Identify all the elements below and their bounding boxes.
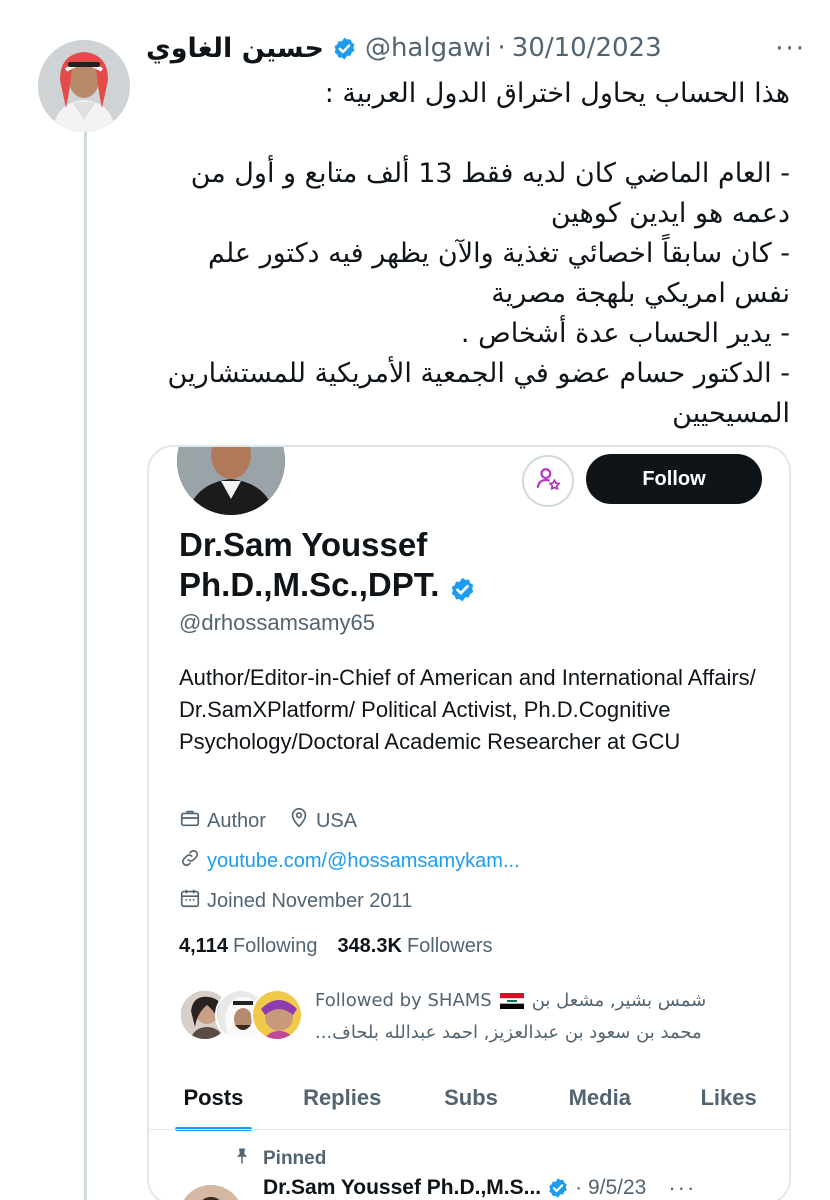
followers-label: Followers	[406, 935, 493, 957]
pin-icon	[233, 1147, 263, 1171]
author-name[interactable]: حسين الغاوي	[146, 33, 324, 64]
pinned-post-avatar[interactable]	[179, 1185, 243, 1200]
subscribe-button[interactable]	[522, 455, 574, 507]
verified-badge-icon	[547, 1177, 569, 1199]
profile-tabs: Posts Replies Subs Media Likes	[149, 1067, 789, 1131]
more-dots-icon[interactable]: ···	[775, 34, 806, 64]
profile-name: Dr.Sam Youssef Ph.D.,M.Sc.,DPT.	[179, 525, 739, 605]
link-icon	[179, 847, 207, 875]
profile-bio: Author/Editor-in-Chief of American and I…	[179, 665, 756, 754]
profile-screenshot-card[interactable]: Follow Dr.Sam Youssef Ph.D.,M.Sc.,DPT. @…	[147, 445, 791, 1200]
calendar-icon	[179, 887, 207, 915]
tab-divider	[149, 1129, 789, 1130]
pinned-post-author[interactable]: Dr.Sam Youssef Ph.D.,M.S...	[263, 1176, 541, 1200]
following-link[interactable]: 4,114 Following	[179, 935, 317, 958]
following-label: Following	[232, 935, 318, 957]
tweet-line: - العام الماضي كان لديه فقط 13 ألف متابع…	[190, 158, 790, 229]
thread-line	[84, 130, 87, 1200]
tweet-text: هذا الحساب يحاول اختراق الدول العربية : …	[150, 74, 790, 434]
briefcase-icon	[179, 807, 207, 835]
tweet-line: - يدير الحساب عدة أشخاص .	[460, 318, 790, 349]
tweet-line: هذا الحساب يحاول اختراق الدول العربية :	[324, 78, 790, 109]
follow-button[interactable]: Follow	[586, 454, 762, 504]
tab-media[interactable]: Media	[535, 1067, 664, 1129]
profile-avatar[interactable]	[177, 447, 285, 515]
tab-replies[interactable]: Replies	[278, 1067, 407, 1129]
follow-counts: 4,114 Following 348.3K Followers	[179, 935, 493, 958]
location-pin-icon	[288, 807, 316, 835]
followers-link[interactable]: 348.3K Followers	[337, 935, 492, 958]
pinned-post-header: Dr.Sam Youssef Ph.D.,M.S... · 9/5/23 ···	[263, 1175, 696, 1200]
profile-profession: Author	[207, 809, 266, 832]
following-count: 4,114	[179, 935, 228, 957]
tweet-line	[150, 114, 790, 154]
iraq-flag-icon	[499, 985, 524, 1017]
pinned-post-date[interactable]: · 9/5/23	[575, 1176, 646, 1200]
tweet-header: حسين الغاوي @halgawi · 30/10/2023 ···	[146, 28, 806, 68]
tweet-date[interactable]: 30/10/2023	[512, 33, 662, 63]
header-separator: ·	[497, 33, 506, 63]
profile-name-line1: Dr.Sam Youssef	[179, 526, 428, 563]
profile-website-row: youtube.com/@hossamsamykam...	[179, 847, 520, 875]
tab-posts[interactable]: Posts	[149, 1067, 278, 1131]
follower-avatar	[251, 989, 303, 1041]
subscribe-star-icon	[535, 466, 561, 496]
followed-by-names-line2: محمد بن سعود بن عبدالعزيز, احمد عبدالله …	[315, 1022, 702, 1043]
more-dots-icon[interactable]: ···	[668, 1175, 696, 1200]
verified-badge-icon	[332, 36, 357, 61]
followed-by-text[interactable]: Followed by SHAMS شمس بشير, مشعل بن محمد…	[315, 985, 760, 1049]
author-handle[interactable]: @halgawi	[365, 33, 492, 63]
profile-name-line2: Ph.D.,M.Sc.,DPT.	[179, 566, 440, 603]
pinned-indicator: Pinned	[233, 1147, 326, 1171]
followed-by-names: شمس بشير, مشعل بن	[531, 990, 707, 1011]
verified-badge-icon	[449, 572, 476, 601]
author-avatar[interactable]	[38, 40, 130, 132]
profile-joined-row: Joined November 2011	[179, 887, 412, 915]
followers-count: 348.3K	[337, 935, 402, 957]
profile-handle: @drhossamsamy65	[179, 610, 375, 635]
pinned-label: Pinned	[263, 1148, 327, 1169]
followed-by-avatars[interactable]	[179, 989, 304, 1043]
tab-likes[interactable]: Likes	[664, 1067, 789, 1129]
tweet-line: - كان سابقاً اخصائي تغذية والآن يظهر فيه…	[207, 238, 790, 309]
tweet-line: - الدكتور حسام عضو في الجمعية الأمريكية …	[167, 358, 790, 429]
profile-website-link[interactable]: youtube.com/@hossamsamykam...	[207, 850, 520, 873]
profile-joined-date: Joined November 2011	[207, 889, 413, 912]
profile-meta-row: Author USA	[179, 807, 357, 835]
followed-by-prefix: Followed by SHAMS	[315, 990, 492, 1011]
tab-subs[interactable]: Subs	[407, 1067, 536, 1129]
profile-location: USA	[315, 809, 358, 832]
